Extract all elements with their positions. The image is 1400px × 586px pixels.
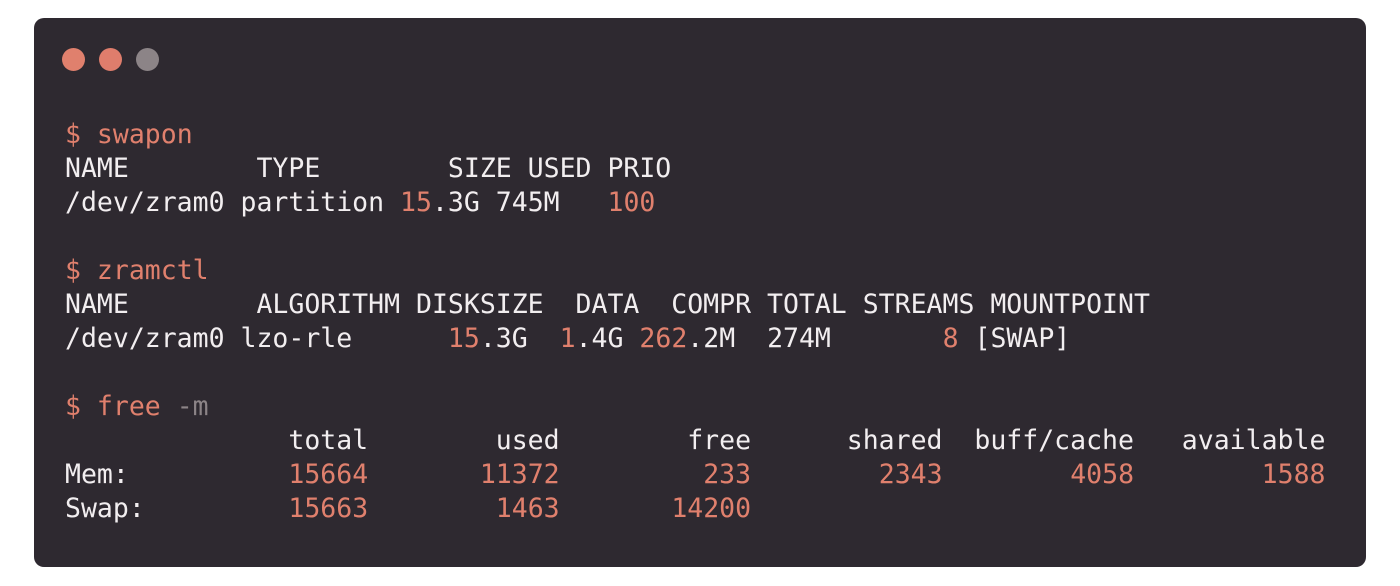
mem-available: 1588	[1261, 459, 1326, 490]
command-text: swapon	[96, 119, 193, 150]
mem-shared: 2343	[878, 459, 943, 490]
maximize-dot-icon[interactable]	[136, 48, 159, 71]
terminal-window: $ swapon NAME TYPE SIZE USED PRIO/dev/zra…	[34, 18, 1366, 567]
zramctl-row: /dev/zram0 lzo-rle 15.3G 1.4G 262.2M 274…	[65, 322, 1326, 356]
zramctl-disksize-number: 15	[447, 323, 480, 354]
command-flag: -m	[160, 391, 209, 422]
free-header: total used free shared buff/cache availa…	[65, 425, 1326, 456]
zramctl-data-rest: .4G	[575, 323, 640, 354]
window-controls	[62, 48, 159, 71]
zramctl-mountpoint: [SWAP]	[958, 323, 1071, 354]
zramctl-algorithm: lzo-rle	[240, 323, 448, 354]
zramctl-compr-rest: .2M 274M	[687, 323, 943, 354]
swapon-used: 745M	[479, 187, 592, 218]
mem-free: 233	[703, 459, 752, 490]
zramctl-compr-number: 262	[639, 323, 688, 354]
mem-label: Mem:	[65, 459, 129, 490]
zramctl-name: /dev/zram0	[65, 323, 241, 354]
mem-total: 15664	[288, 459, 369, 490]
command-text: zramctl	[96, 255, 209, 286]
zramctl-disksize-rest: .3G	[479, 323, 560, 354]
free-swap-row: Swap: 15663 1463 14200	[65, 492, 1326, 526]
minimize-dot-icon[interactable]	[99, 48, 122, 71]
free-mem-row: Mem: 15664 11372 233 2343 4058 1588	[65, 458, 1326, 492]
mem-buff-cache: 4058	[1070, 459, 1135, 490]
terminal-output: $ swapon NAME TYPE SIZE USED PRIO/dev/zra…	[65, 118, 1326, 526]
zramctl-command-line: $ zramctl	[65, 254, 1326, 288]
swap-used: 1463	[495, 493, 560, 524]
mem-used: 11372	[479, 459, 560, 490]
swapon-size-rest: .3G	[431, 187, 480, 218]
command-text: free	[96, 391, 161, 422]
swapon-size-number: 15	[400, 187, 432, 218]
close-dot-icon[interactable]	[62, 48, 85, 71]
swapon-row: /dev/zram0 partition 15.3G 745M 100	[65, 186, 1326, 220]
swap-total: 15663	[288, 493, 369, 524]
swap-free: 14200	[671, 493, 752, 524]
swapon-prio: 100	[591, 187, 656, 218]
prompt-symbol: $	[65, 391, 97, 422]
zramctl-streams: 8	[942, 323, 959, 354]
prompt-symbol: $	[65, 255, 97, 286]
swapon-name: /dev/zram0	[65, 187, 241, 218]
zramctl-header: NAME ALGORITHM DISKSIZE DATA COMPR TOTAL…	[65, 289, 1150, 320]
swapon-header: NAME TYPE SIZE USED PRIO	[65, 153, 672, 184]
swapon-command-line: $ swapon	[65, 118, 1326, 152]
zramctl-data-number: 1	[559, 323, 576, 354]
prompt-symbol: $	[65, 119, 97, 150]
free-command-line: $ free -m	[65, 390, 1326, 424]
swap-label: Swap:	[65, 493, 145, 524]
swapon-type: partition	[240, 187, 401, 218]
